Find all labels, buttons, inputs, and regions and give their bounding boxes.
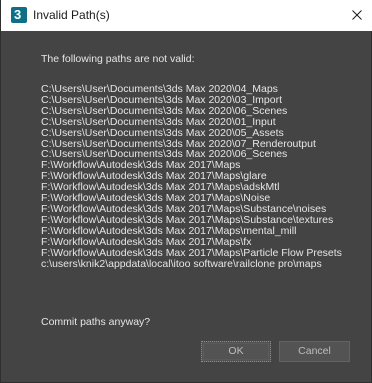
invalid-path-item: F:\Workflow\Autodesk\3ds Max 2017\Maps\f… bbox=[41, 235, 252, 248]
ok-button[interactable]: OK bbox=[201, 341, 271, 362]
dialog-body: The following paths are not valid: C:\Us… bbox=[41, 52, 363, 269]
invalid-paths-dialog: 3 Invalid Path(s) The following paths ar… bbox=[0, 0, 372, 383]
invalid-path-list: C:\Users\User\Documents\3ds Max 2020\04_… bbox=[41, 84, 363, 269]
close-button[interactable] bbox=[339, 0, 372, 31]
invalid-path-item: F:\Workflow\Autodesk\3ds Max 2017\Maps\P… bbox=[41, 246, 342, 259]
commit-question: Commit paths anyway? bbox=[41, 316, 151, 328]
invalid-path-item: C:\Users\User\Documents\3ds Max 2020\05_… bbox=[41, 126, 284, 139]
window-title: Invalid Path(s) bbox=[33, 8, 110, 22]
close-icon bbox=[352, 10, 362, 20]
dialog-message: The following paths are not valid: bbox=[41, 53, 195, 65]
app-icon-glyph: 3 bbox=[14, 7, 22, 22]
3ds-max-app-icon: 3 bbox=[11, 7, 27, 23]
invalid-path-item: C:\Users\User\Documents\3ds Max 2020\01_… bbox=[41, 115, 276, 128]
cancel-button[interactable]: Cancel bbox=[279, 341, 350, 362]
invalid-path-item: c:\users\knik2\appdata\local\itoo softwa… bbox=[41, 257, 322, 270]
title-bar[interactable]: 3 Invalid Path(s) bbox=[1, 0, 372, 31]
